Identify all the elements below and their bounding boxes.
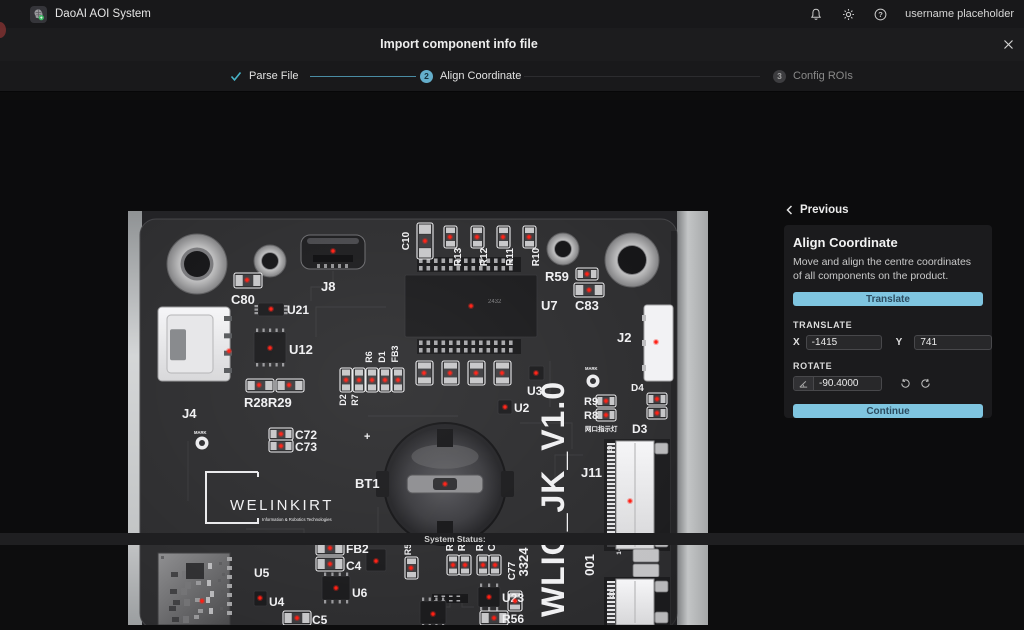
translate-y-input[interactable] xyxy=(914,335,992,350)
top-app-bar: DaoAI AOI System ? username placeholder xyxy=(0,0,1024,28)
dialog-body: J8C80U21U12J4R28R29D2R7R6D1FB3C10R13R12R… xyxy=(0,92,1024,533)
step-align-coordinate[interactable]: 2 Align Coordinate xyxy=(420,61,521,91)
app-logo xyxy=(30,6,47,23)
rotate-input-group: -90.4000 xyxy=(793,376,882,391)
brain-logo-icon xyxy=(32,8,45,21)
pcb-image: J8C80U21U12J4R28R29D2R7R6D1FB3C10R13R12R… xyxy=(128,211,708,625)
rotate-cw-icon[interactable] xyxy=(919,377,932,390)
username-menu[interactable]: username placeholder xyxy=(905,8,1014,20)
wizard-stepper: Parse File 2 Align Coordinate 3 Config R… xyxy=(0,61,1024,92)
stepper-line-todo xyxy=(524,76,760,78)
svg-text:?: ? xyxy=(878,10,883,19)
pcb-photo-viewer[interactable]: J8C80U21U12J4R28R29D2R7R6D1FB3C10R13R12R… xyxy=(128,211,708,625)
step-number-badge: 3 xyxy=(773,70,786,83)
step-parse-file[interactable]: Parse File xyxy=(230,61,299,91)
previous-label: Previous xyxy=(800,204,849,216)
step-label: Parse File xyxy=(249,70,299,82)
check-icon xyxy=(230,71,242,82)
y-axis-label: Y xyxy=(896,337,903,348)
rotate-section-label: ROTATE xyxy=(793,361,983,371)
status-label: System Status: xyxy=(424,534,485,544)
rotate-angle-input[interactable]: -90.4000 xyxy=(814,378,881,389)
angle-icon xyxy=(794,377,814,390)
dialog-title-bar: Import component info file xyxy=(0,28,1024,61)
step-label: Config ROIs xyxy=(793,70,853,82)
continue-button[interactable]: Continue xyxy=(793,404,983,418)
help-icon[interactable]: ? xyxy=(873,7,887,21)
previous-button[interactable]: Previous xyxy=(786,204,849,216)
app-title: DaoAI AOI System xyxy=(55,8,151,20)
step-number-badge: 2 xyxy=(420,70,433,83)
rotate-ccw-icon[interactable] xyxy=(899,377,912,390)
panel-heading: Align Coordinate xyxy=(793,235,983,250)
dialog-title: Import component info file xyxy=(380,37,538,51)
translate-x-input[interactable] xyxy=(806,335,882,350)
stepper-line-done xyxy=(310,76,416,78)
align-coordinate-panel: Align Coordinate Move and align the cent… xyxy=(784,225,992,418)
x-axis-label: X xyxy=(793,337,800,348)
status-bar: System Status: xyxy=(0,533,1024,545)
settings-gear-icon[interactable] xyxy=(841,7,855,21)
chevron-left-icon xyxy=(786,205,793,215)
close-icon[interactable] xyxy=(1000,36,1016,52)
translate-section-label: TRANSLATE xyxy=(793,320,983,330)
step-config-rois[interactable]: 3 Config ROIs xyxy=(773,61,853,91)
panel-description: Move and align the centre coordinates of… xyxy=(793,255,977,283)
step-label: Align Coordinate xyxy=(440,70,521,82)
translate-button[interactable]: Translate xyxy=(793,292,983,306)
notifications-bell-icon[interactable] xyxy=(809,7,823,21)
